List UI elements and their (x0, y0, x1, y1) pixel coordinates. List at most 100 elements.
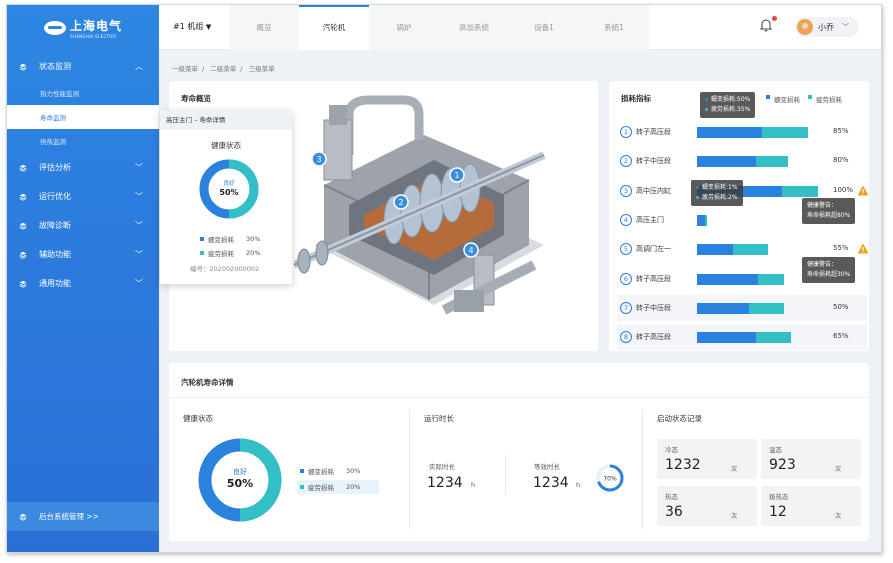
equiv-runtime-value: 1234 (533, 475, 569, 491)
start-value: 36 (665, 504, 683, 520)
sidebar-group-evaluation[interactable]: 评估分析 ﹀ (7, 153, 159, 182)
layers-icon (19, 222, 27, 230)
donut-percent: 50% (227, 477, 253, 490)
admin-link[interactable]: 后台系统管理 >> (7, 502, 159, 531)
turbine-life-detail-card: 汽轮机寿命详情 健康状态 良好 50% 蠕变损耗 30% 疲劳损耗 20% 运行… (169, 363, 869, 541)
row-number-badge: 1 (620, 126, 632, 138)
warning-icon[interactable] (857, 243, 869, 254)
marker-2[interactable]: 2 (393, 194, 409, 210)
card-title: 损耗指标 (621, 94, 651, 103)
fatigue-bar-segment (704, 214, 708, 226)
sidebar-group-general[interactable]: 通用功能 ﹀ (7, 269, 159, 298)
start-label: 温态 (769, 446, 782, 454)
sidebar-group-label: 通用功能 (39, 279, 71, 288)
tab-turbine[interactable]: 汽轮机 (299, 5, 369, 50)
creep-bar-segment (697, 156, 756, 168)
tooltip-line: 蠕变损耗:1% (702, 184, 738, 191)
loss-row[interactable]: 1 转子高压段 85% (617, 119, 867, 145)
loss-percent: 55% (833, 244, 849, 253)
tooltip-line: 疲劳损耗:35% (711, 106, 751, 113)
logo: 上海电气 SHANGHAI ELECTRIC (7, 5, 159, 50)
tab-boiler[interactable]: 锅炉 (369, 5, 439, 50)
popup-id: 编号：202002000002 (190, 265, 260, 273)
chevron-down-icon: ﹀ (135, 221, 143, 230)
sidebar-group-auxiliary[interactable]: 辅助功能 ﹀ (7, 240, 159, 269)
legend-value: 20% (246, 249, 261, 257)
loss-row[interactable]: 2 转子中压段 80% (617, 148, 867, 174)
start-value: 12 (769, 504, 787, 520)
sidebar-item-heating[interactable]: 供热监测 (7, 129, 159, 153)
tab-overview[interactable]: 概览 (229, 5, 299, 50)
unit-label: h (576, 481, 581, 489)
sidebar-group-label: 运行优化 (39, 192, 71, 201)
loss-tooltip: 蠕变损耗:1% 疲劳损耗:2% (691, 180, 743, 206)
tooltip-line: 健康警告： (807, 202, 838, 209)
fatigue-bar-segment (749, 302, 785, 314)
component-name: 转子中压段 (636, 303, 671, 312)
unit-select[interactable]: #1 机组 ▼ (173, 21, 211, 32)
row-number-badge: 3 (620, 184, 632, 197)
loss-percent: 50% (833, 302, 849, 311)
loss-row[interactable]: 8 转子高压段 65% (617, 324, 867, 351)
legend-creep: 蠕变损耗 30% (200, 234, 260, 244)
marker-4[interactable]: 4 (463, 242, 479, 258)
turbine-illustration: 1 2 3 4 (294, 95, 546, 315)
breadcrumb-item[interactable]: 二级菜单 (210, 65, 236, 73)
legend-swatch (300, 485, 304, 489)
start-record-very-hot: 极热态 12 次 (761, 486, 861, 526)
loss-bar (697, 127, 808, 138)
sidebar-group-label: 故障诊断 (39, 221, 71, 230)
unit-label: 次 (835, 466, 842, 473)
marker-3[interactable]: 3 (311, 151, 327, 167)
section-title: 健康状态 (183, 414, 213, 423)
loss-bar (697, 244, 769, 256)
admin-link-label: 后台系统管理 >> (39, 512, 99, 521)
component-name: 转子高压段 (636, 274, 671, 283)
unit-label: h (471, 481, 476, 489)
sidebar-item-life[interactable]: 寿命监测 (7, 105, 159, 129)
warning-icon[interactable] (857, 185, 869, 196)
sidebar-item-thermal[interactable]: 热力性能监测 (7, 81, 159, 105)
start-record-cold: 冷态 1232 次 (657, 439, 757, 479)
marker-1[interactable]: 1 (449, 167, 465, 183)
component-name: 转子高压段 (636, 333, 671, 342)
layers-icon (19, 63, 27, 71)
fatigue-bar-segment (781, 185, 818, 197)
sidebar-group-diagnosis[interactable]: 故障诊断 ﹀ (7, 211, 159, 240)
sidebar-group-optimization[interactable]: 运行优化 ﹀ (7, 182, 159, 211)
tab-device1[interactable]: 设备1 (509, 5, 579, 50)
loss-row[interactable]: 7 转子中压段 50% (617, 294, 867, 321)
legend-label: 蠕变损耗 (208, 236, 234, 244)
life-detail-popup: 高压主门 – 寿命详情 健康状态 良好 50% 蠕变损耗 30% 疲劳损耗 20… (160, 110, 292, 284)
tab-system1[interactable]: 系统1 (579, 5, 649, 50)
component-name: 高中压内缸 (636, 186, 671, 195)
loss-index-card: 损耗指标 蠕变损耗 疲劳损耗 1 转子高压段 85% 2 转子中压段 80% 3 高中压内缸 1… (609, 81, 869, 351)
legend-swatch (766, 95, 770, 99)
tooltip-line: 寿命损耗超30% (807, 271, 851, 278)
donut-status: 良好 (233, 467, 247, 476)
chevron-down-icon: ﹀ (135, 192, 143, 201)
popup-header: 高压主门 – 寿命详情 (160, 110, 292, 130)
actual-runtime-label: 实际时长 (429, 463, 455, 471)
loss-bar (697, 156, 788, 168)
bell-icon[interactable] (759, 18, 773, 32)
breadcrumb-item[interactable]: 三级菜单 (249, 65, 275, 73)
notification-dot (772, 16, 777, 21)
marker-label: 1 (454, 171, 459, 180)
marker-label: 4 (468, 246, 473, 255)
component-name: 转子高压段 (636, 128, 671, 136)
tooltip-line: 蠕变损耗:50% (711, 96, 751, 103)
row-number-badge: 4 (620, 213, 632, 226)
fatigue-bar-segment (755, 156, 788, 168)
breadcrumb-item[interactable]: 一级菜单 (172, 65, 198, 73)
user-menu[interactable]: 小乔 ﹀ (795, 17, 859, 37)
fatigue-bar-segment (762, 127, 808, 138)
tab-hp-heater[interactable]: 高加系统 (439, 5, 509, 50)
marker-label: 2 (398, 198, 403, 207)
health-warning-tip: 健康警告： 寿命损耗超30% (802, 257, 856, 283)
sidebar-group-status-monitor[interactable]: 状态监测 ︿ (7, 52, 159, 81)
legend-swatch (808, 95, 812, 99)
legend-fatigue: 疲劳损耗 20% (200, 248, 260, 258)
donut-status: 良好 (223, 179, 235, 187)
chevron-down-icon: ﹀ (135, 250, 143, 259)
